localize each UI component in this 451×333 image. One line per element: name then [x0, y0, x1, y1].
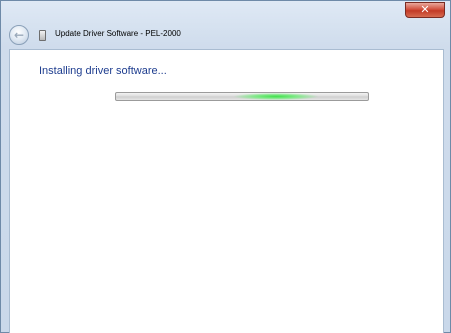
- progress-bar: [115, 92, 369, 101]
- status-heading: Installing driver software...: [39, 65, 167, 77]
- back-arrow-icon: ←: [13, 28, 25, 42]
- device-icon: [39, 30, 46, 41]
- navigation-bar: ← Update Driver Software - PEL-2000: [1, 23, 450, 49]
- window-title: Update Driver Software - PEL-2000: [55, 29, 181, 38]
- close-button[interactable]: ✕: [405, 2, 445, 18]
- wizard-window: ✕ ← Update Driver Software - PEL-2000 In…: [0, 0, 451, 333]
- close-icon: ✕: [420, 3, 430, 16]
- title-bar[interactable]: ✕: [1, 1, 450, 23]
- wizard-content: Installing driver software...: [9, 49, 444, 333]
- progress-indicator: [234, 93, 318, 100]
- back-button[interactable]: ←: [9, 25, 29, 45]
